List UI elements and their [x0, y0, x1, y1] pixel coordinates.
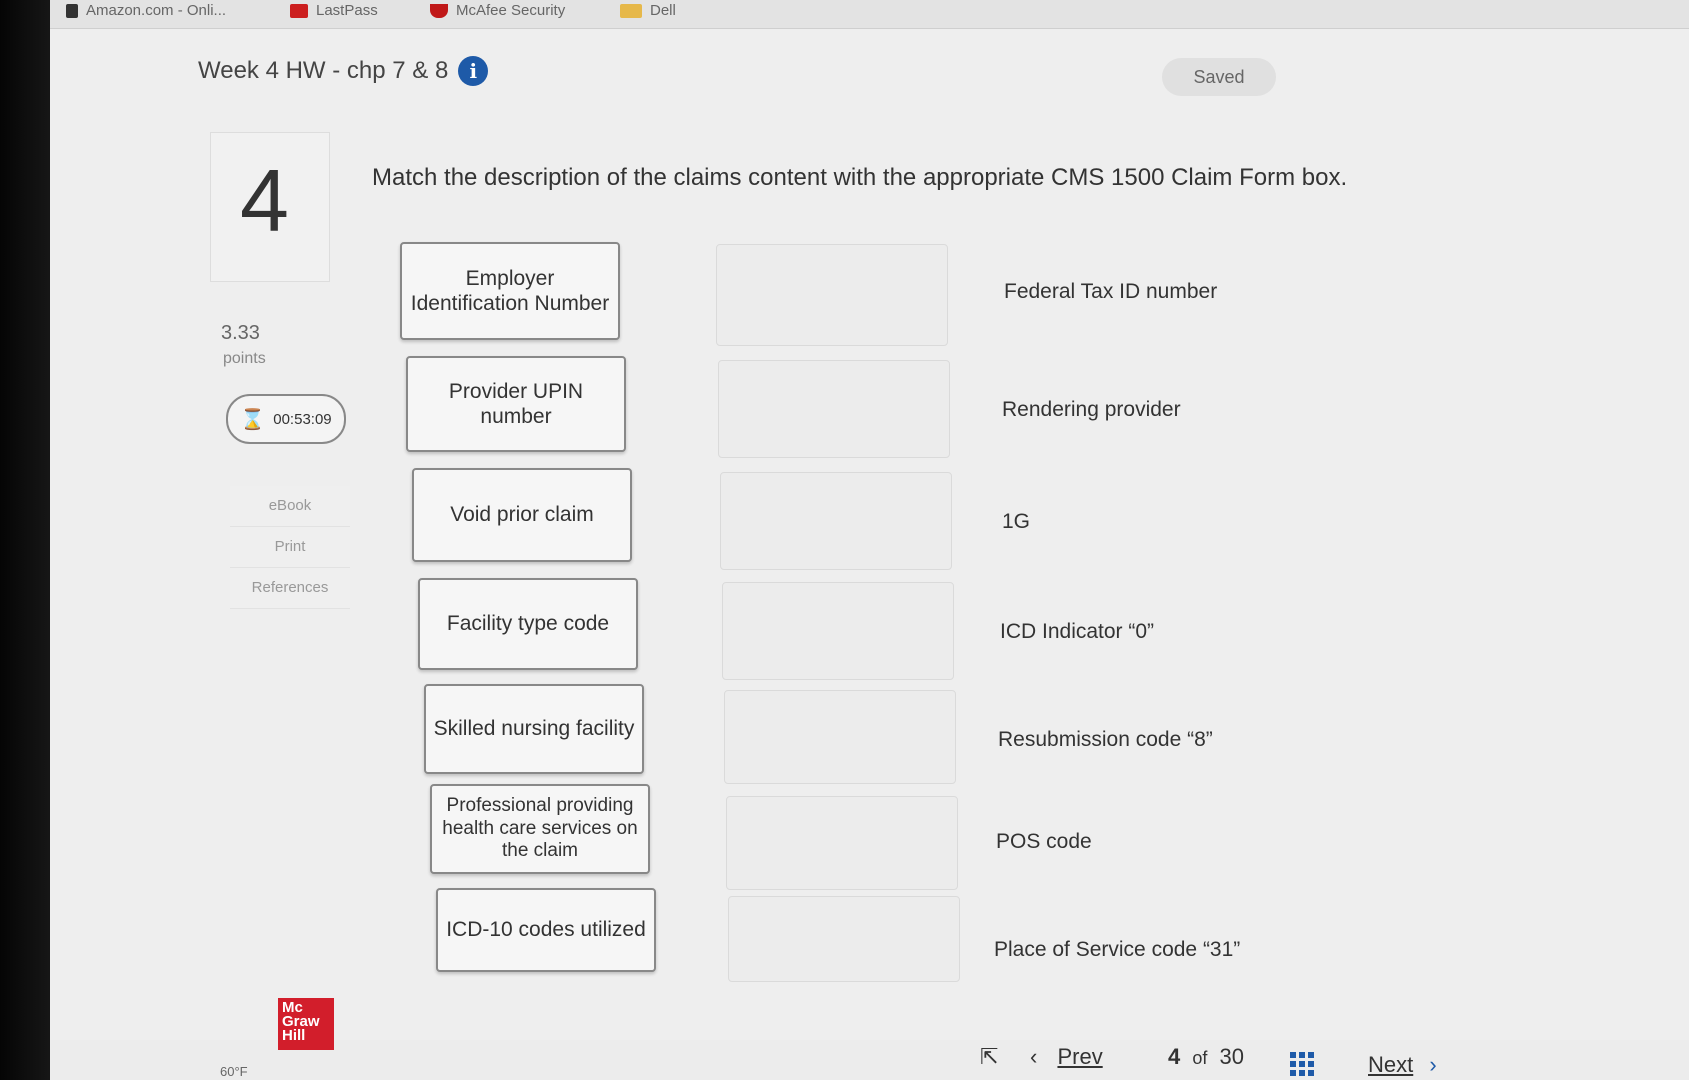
- amazon-icon: [66, 3, 78, 18]
- target-label: Resubmission code “8”: [998, 728, 1213, 751]
- drop-zone[interactable]: [724, 690, 956, 784]
- target-label: Federal Tax ID number: [1004, 280, 1218, 303]
- question-grid-icon[interactable]: [1290, 1052, 1314, 1076]
- target-label: Place of Service code “31”: [994, 938, 1241, 961]
- references-link[interactable]: References: [230, 568, 350, 609]
- target-label: POS code: [996, 830, 1092, 853]
- points-value: 3.33: [221, 322, 260, 344]
- saved-status-badge: Saved: [1162, 58, 1276, 96]
- chevron-right-icon: ›: [1429, 1052, 1437, 1077]
- side-links: eBook Print References: [230, 486, 350, 609]
- hourglass-icon: ⌛: [240, 408, 266, 431]
- question-number: 4: [240, 151, 289, 250]
- chevron-left-icon: ‹: [1030, 1044, 1038, 1069]
- drop-zone[interactable]: [718, 360, 950, 458]
- target-label: Rendering provider: [1002, 398, 1181, 421]
- bookmark-dell[interactable]: Dell: [620, 2, 676, 19]
- answer-card[interactable]: ICD-10 codes utilized: [436, 888, 656, 972]
- target-label: ICD Indicator “0”: [1000, 620, 1155, 643]
- mcafee-shield-icon: [430, 3, 448, 18]
- print-link[interactable]: Print: [230, 527, 350, 568]
- browser-screen: Amazon.com - Onli... LastPass McAfee Sec…: [50, 0, 1689, 1080]
- ebook-link[interactable]: eBook: [230, 486, 350, 527]
- bookmark-label: McAfee Security: [456, 2, 566, 19]
- bookmark-amazon[interactable]: Amazon.com - Onli...: [66, 2, 226, 19]
- current-page: 4: [1168, 1044, 1181, 1069]
- question-prompt: Match the description of the claims cont…: [372, 164, 1348, 191]
- timer-value: 00:53:09: [273, 410, 332, 428]
- answer-card[interactable]: Skilled nursing facility: [424, 684, 644, 774]
- page-indicator: 4 of 30: [1168, 1044, 1244, 1070]
- drop-zone[interactable]: [716, 244, 948, 346]
- bookmarks-bar: Amazon.com - Onli... LastPass McAfee Sec…: [50, 0, 1689, 29]
- drop-zone[interactable]: [728, 896, 960, 982]
- answer-card[interactable]: Void prior claim: [412, 468, 632, 562]
- answer-card[interactable]: Facility type code: [418, 578, 638, 670]
- target-label: 1G: [1002, 510, 1031, 533]
- assignment-header: Week 4 HW - chp 7 & 8 i: [198, 56, 489, 86]
- drop-zone[interactable]: [726, 796, 958, 890]
- prev-label: Prev: [1057, 1044, 1103, 1069]
- timer-display[interactable]: ⌛ 00:53:09: [226, 394, 346, 444]
- answer-card[interactable]: Provider UPIN number: [406, 356, 626, 452]
- assignment-title: Week 4 HW - chp 7 & 8: [198, 57, 449, 84]
- bookmark-label: LastPass: [316, 2, 378, 19]
- next-label: Next: [1368, 1052, 1414, 1077]
- bookmark-mcafee[interactable]: McAfee Security: [430, 2, 565, 19]
- bookmark-label: Amazon.com - Onli...: [86, 2, 227, 19]
- total-pages: 30: [1219, 1044, 1244, 1069]
- drop-zone[interactable]: [722, 582, 954, 680]
- bookmark-lastpass[interactable]: LastPass: [290, 2, 378, 19]
- folder-icon: [620, 3, 642, 18]
- prev-button[interactable]: ‹ Prev: [1030, 1044, 1103, 1070]
- bookmark-label: Dell: [650, 2, 676, 19]
- points-label: points: [223, 350, 266, 367]
- of-label: of: [1192, 1048, 1208, 1068]
- drop-zone[interactable]: [720, 472, 952, 570]
- info-icon[interactable]: i: [458, 56, 489, 86]
- answer-card[interactable]: Employer Identification Number: [400, 242, 620, 340]
- next-button[interactable]: Next ›: [1368, 1052, 1437, 1078]
- answer-card[interactable]: Professional providing health care servi…: [430, 784, 650, 874]
- mcgraw-hill-logo: Mc Graw Hill: [278, 998, 334, 1050]
- lastpass-icon: [290, 3, 308, 18]
- weather-temperature: 60°F: [220, 1064, 248, 1079]
- cursor-icon: ⇱: [980, 1044, 999, 1069]
